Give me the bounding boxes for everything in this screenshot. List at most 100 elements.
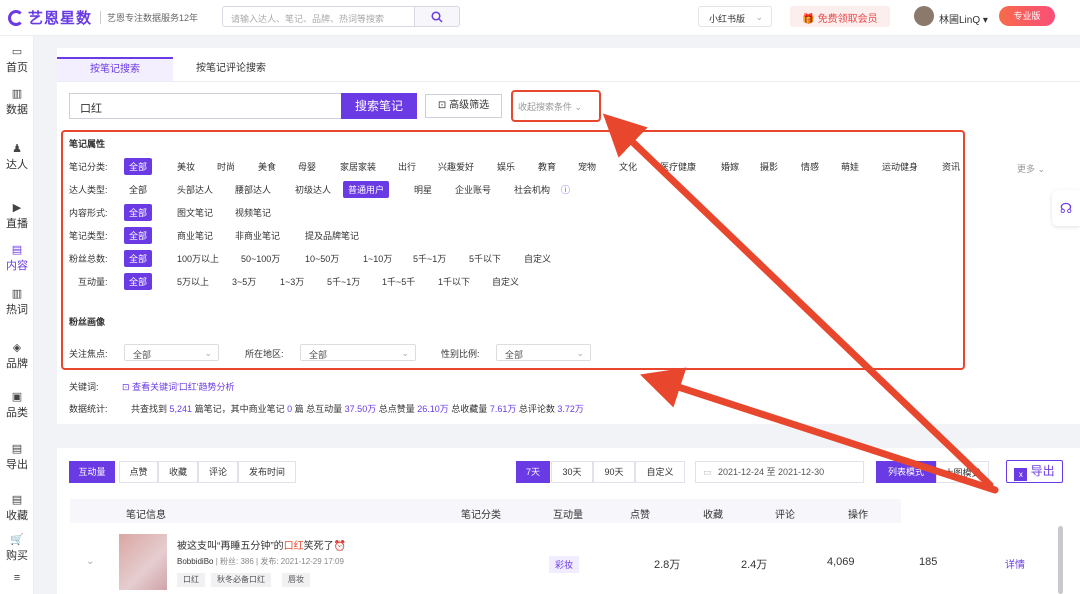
sidebar-item-label: 热词	[6, 304, 28, 316]
expand-row-icon[interactable]: ⌄	[86, 556, 94, 567]
sidebar-item-label: 内容	[6, 260, 28, 272]
keyword-input[interactable]: 口红	[69, 93, 341, 119]
tab-comment-search[interactable]: 按笔记评论搜索	[196, 59, 266, 74]
sidebar-item-label: 导出	[6, 459, 28, 471]
annotation-box-collapse	[511, 90, 601, 122]
logo[interactable]: 艺恩星数 艺恩专注数据服务12年	[8, 7, 198, 28]
range-tab[interactable]: 7天	[516, 461, 550, 483]
box-icon: ▣	[11, 391, 23, 403]
comments-value: 185	[919, 556, 938, 568]
range-tab[interactable]: 自定义	[635, 461, 685, 483]
bar-chart-icon: ▥	[11, 88, 23, 100]
chevron-down-icon: ⌄	[755, 12, 763, 22]
customer-service-icon[interactable]: ☊	[1052, 190, 1080, 226]
sidebar-item-8[interactable]: ▤ 导出	[0, 443, 34, 472]
column-header: 评论	[775, 510, 795, 521]
details-link[interactable]: 详情	[1005, 556, 1025, 571]
play-icon: ▶	[12, 202, 22, 214]
gift-icon: 🎁	[802, 14, 815, 25]
chevron-down-icon: ⌄	[1035, 164, 1046, 174]
sidebar-item-label: 购买	[6, 550, 28, 562]
search-notes-button[interactable]: 搜索笔记	[341, 93, 417, 119]
sidebar-item-2[interactable]: ♟ 达人	[0, 143, 34, 172]
stats-label: 数据统计:	[69, 404, 108, 414]
sidebar-item-label: 达人	[6, 159, 28, 171]
favorites-value: 4,069	[827, 556, 855, 568]
avatar[interactable]	[914, 6, 934, 26]
sidebar-item-label: 收藏	[6, 510, 28, 522]
column-header: 点赞	[630, 510, 650, 521]
keyword-trend-link[interactable]: ⊡ 查看关键词'口红'趋势分析	[122, 380, 235, 393]
column-header: 笔记分类	[461, 510, 501, 521]
global-search-button[interactable]	[414, 6, 460, 27]
sidebar-item-5[interactable]: ▥ 热词	[0, 288, 34, 317]
author-name[interactable]: BobbidiBo	[177, 557, 213, 566]
advanced-filter-button[interactable]: ⊡ 高级筛选	[425, 94, 502, 118]
sidebar-item-9[interactable]: ▤ 收藏	[0, 494, 34, 523]
sidebar-item-7[interactable]: ▣ 品类	[0, 391, 34, 420]
sidebar-item-label: 首页	[6, 62, 28, 74]
sidebar-item-3[interactable]: ▶ 直播	[0, 202, 34, 231]
sidebar-item-label: 数据	[6, 104, 28, 116]
excel-icon: x	[1014, 468, 1028, 481]
large-image-mode-button[interactable]: 大图模式	[936, 461, 989, 483]
pro-badge[interactable]: 专业版	[999, 6, 1055, 26]
category-more-button[interactable]: 更多 ⌄	[1012, 160, 1050, 177]
sidebar-item-0[interactable]: ▭ 首页	[0, 46, 34, 75]
sidebar-item-11[interactable]: ≡	[0, 572, 34, 585]
sort-tab[interactable]: 评论	[198, 461, 238, 483]
search-icon	[431, 10, 443, 23]
divider	[57, 81, 1080, 82]
date-range-picker[interactable]: ▭ 2021-12-24 至 2021-12-30	[695, 461, 864, 483]
logo-text: 艺恩星数	[28, 10, 93, 27]
column-header: 收藏	[703, 510, 723, 521]
export-button[interactable]: x 导出	[1006, 460, 1063, 483]
sort-tab[interactable]: 收藏	[158, 461, 198, 483]
trend-icon: ▥	[11, 288, 23, 300]
logo-icon	[8, 9, 24, 26]
range-tab[interactable]: 30天	[551, 461, 593, 483]
slogan: 艺恩专注数据服务12年	[100, 11, 198, 24]
scrollbar[interactable]	[1058, 526, 1063, 594]
note-tag[interactable]: 唇妆	[282, 573, 310, 587]
interaction-value: 2.8万	[654, 559, 681, 571]
column-header: 操作	[848, 510, 868, 521]
user-name[interactable]: 林圃LinQ ▾	[939, 11, 988, 26]
top-bar: 艺恩星数 艺恩专注数据服务12年 请输入达人、笔记、品牌、热词等搜索 小红书版 ⌄…	[0, 0, 1080, 36]
keyword-label: 关键词:	[69, 382, 99, 392]
note-title[interactable]: 被这支叫“再睡五分钟”的口红笑死了⏰	[177, 537, 346, 552]
platform-select[interactable]: 小红书版 ⌄	[698, 6, 772, 27]
note-tag[interactable]: 秋冬必备口红	[211, 573, 271, 587]
tab-note-search[interactable]: 按笔记搜索	[57, 57, 173, 81]
sidebar-item-label: 直播	[6, 218, 28, 230]
monitor-icon: ▭	[11, 46, 23, 58]
sort-tab[interactable]: 点赞	[119, 461, 158, 483]
diamond-icon: ◈	[12, 342, 22, 354]
more-label: 更多	[1017, 164, 1036, 174]
sidebar: ▭ 首页 ▥ 数据 ♟ 达人 ▶ 直播 ▤ 内容 ▥ 热词 ◈ 品牌 ▣ 品类 ▤ 导出 ▤ 收藏 🛒 购买 ≡	[0, 36, 34, 594]
sidebar-item-10[interactable]: 🛒 购买	[0, 534, 34, 563]
sidebar-item-1[interactable]: ▥ 数据	[0, 88, 34, 117]
list-icon: ≡	[13, 572, 21, 584]
global-search-input[interactable]: 请输入达人、笔记、品牌、热词等搜索	[222, 6, 414, 27]
filter-icon: ⊡	[437, 100, 447, 111]
category-badge: 彩妆	[549, 556, 580, 573]
free-vip-button[interactable]: 🎁 免费领取会员	[790, 6, 890, 27]
sort-tab[interactable]: 互动量	[69, 461, 115, 483]
note-tag[interactable]: 口红	[177, 573, 205, 587]
note-meta: BobbidiBo | 粉丝: 386 | 发布: 2021-12-29 17:…	[177, 557, 344, 566]
range-tab[interactable]: 90天	[593, 461, 635, 483]
column-header: 互动量	[553, 510, 583, 521]
sort-tab[interactable]: 发布时间	[238, 461, 296, 483]
sidebar-item-4[interactable]: ▤ 内容	[0, 244, 34, 273]
annotation-box-filters	[61, 130, 965, 370]
trend-icon: ⊡	[122, 382, 130, 392]
likes-value: 2.4万	[741, 559, 768, 571]
list-mode-button[interactable]: 列表模式	[876, 461, 936, 483]
sidebar-item-label: 品类	[6, 407, 28, 419]
calendar-icon: ▭	[703, 467, 712, 477]
column-header: 笔记信息	[126, 510, 166, 521]
note-thumbnail[interactable]	[119, 534, 167, 590]
sidebar-item-6[interactable]: ◈ 品牌	[0, 342, 34, 371]
cart-icon: 🛒	[10, 534, 24, 546]
